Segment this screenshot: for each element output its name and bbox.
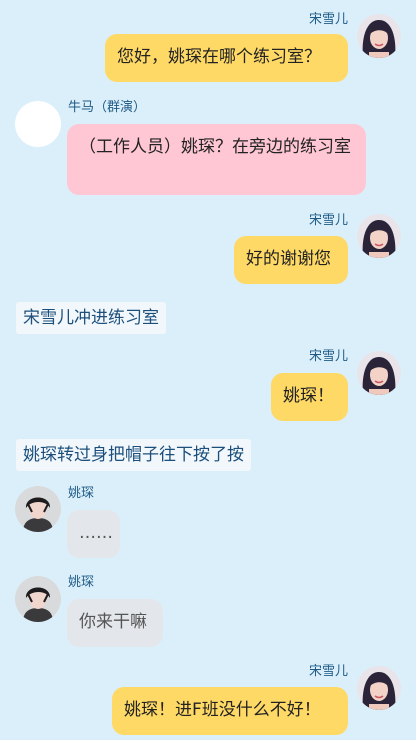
- sender-name: 宋雪儿: [308, 12, 348, 27]
- sender-name: 宋雪儿: [308, 213, 348, 228]
- message-bubble: 姚琛！: [271, 373, 348, 421]
- avatar-yao-chen[interactable]: [15, 486, 61, 532]
- girl-avatar-icon: [357, 214, 401, 258]
- avatar-song-xueer[interactable]: [357, 666, 401, 710]
- girl-avatar-icon: [357, 666, 401, 710]
- sender-name: 牛马（群演）: [68, 100, 147, 115]
- narration-text: 姚琛转过身把帽子往下按了按: [16, 439, 251, 471]
- sender-name: 宋雪儿: [308, 664, 348, 679]
- avatar-placeholder[interactable]: [15, 101, 61, 147]
- sender-name: 姚琛: [68, 486, 95, 501]
- sender-name: 宋雪儿: [308, 349, 348, 364]
- message-bubble: 您好，姚琛在哪个练习室？: [105, 34, 348, 82]
- avatar-song-xueer[interactable]: [357, 214, 401, 258]
- message-bubble: 你来干嘛: [67, 599, 163, 647]
- girl-avatar-icon: [357, 351, 401, 395]
- boy-avatar-icon: [15, 486, 61, 532]
- message-bubble: ……: [67, 510, 120, 558]
- sender-name: 姚琛: [68, 575, 95, 590]
- avatar-song-xueer[interactable]: [357, 351, 401, 395]
- narration-text: 宋雪儿冲进练习室: [16, 302, 166, 334]
- boy-avatar-icon: [15, 576, 61, 622]
- girl-avatar-icon: [357, 14, 401, 58]
- message-bubble: （工作人员）姚琛？在旁边的练习室: [67, 124, 366, 195]
- avatar-song-xueer[interactable]: [357, 14, 401, 58]
- message-bubble: 好的谢谢您: [234, 236, 348, 284]
- avatar-yao-chen[interactable]: [15, 576, 61, 622]
- message-bubble: 姚琛！进F班没什么不好！: [112, 687, 348, 735]
